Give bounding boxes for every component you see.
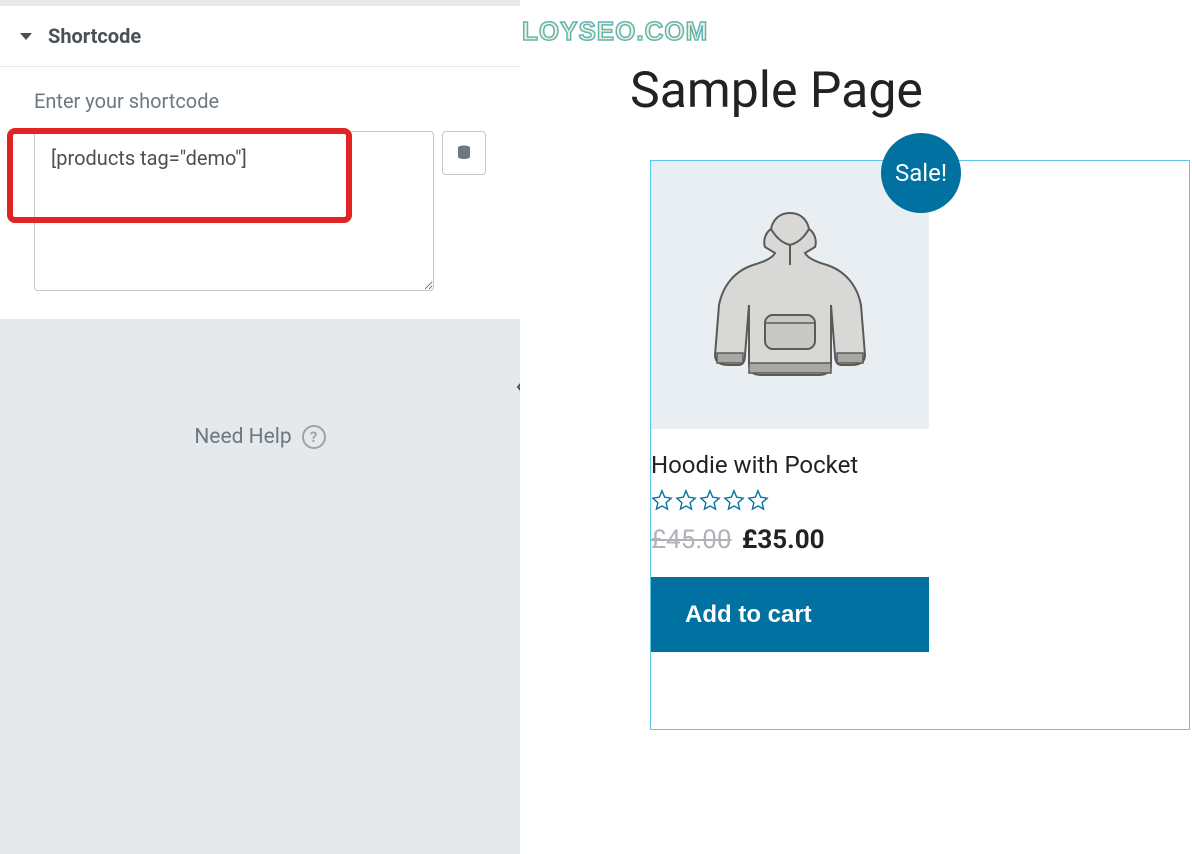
section-header[interactable]: Shortcode bbox=[0, 0, 520, 67]
star-icon bbox=[675, 489, 697, 511]
star-rating bbox=[651, 489, 929, 525]
caret-down-icon bbox=[20, 33, 32, 40]
add-to-cart-button[interactable]: Add to cart bbox=[651, 577, 929, 652]
product-card[interactable]: Sale! Hoodie with Pocket bbox=[651, 161, 929, 652]
old-price: £45.00 bbox=[651, 525, 731, 555]
database-icon bbox=[455, 144, 473, 162]
shortcode-field-label: Enter your shortcode bbox=[34, 89, 486, 113]
hoodie-icon bbox=[705, 205, 875, 385]
panel-spacer bbox=[0, 319, 520, 839]
sale-badge: Sale! bbox=[881, 133, 961, 213]
star-icon bbox=[747, 489, 769, 511]
product-name: Hoodie with Pocket bbox=[651, 429, 929, 489]
price-row: £45.00 £35.00 bbox=[651, 525, 929, 577]
input-row: [products tag="demo"] bbox=[34, 131, 486, 291]
current-price: £35.00 bbox=[742, 525, 825, 555]
need-help-label: Need Help bbox=[194, 425, 291, 449]
star-icon bbox=[651, 489, 673, 511]
editor-sidebar: Shortcode Enter your shortcode [products… bbox=[0, 0, 520, 854]
need-help-link[interactable]: Need Help ? bbox=[0, 425, 520, 449]
dynamic-tags-button[interactable] bbox=[442, 131, 486, 175]
product-image: Sale! bbox=[651, 161, 929, 429]
watermark-text: LOYSEO.COM bbox=[522, 16, 708, 47]
shortcode-input[interactable]: [products tag="demo"] bbox=[34, 131, 434, 291]
panel-body: Enter your shortcode [products tag="demo… bbox=[0, 67, 520, 319]
star-icon bbox=[699, 489, 721, 511]
star-icon bbox=[723, 489, 745, 511]
help-icon: ? bbox=[302, 425, 326, 449]
preview-panel: LOYSEO.COM Sample Page Sale! Hoodie with… bbox=[520, 0, 1192, 854]
product-grid: Sale! Hoodie with Pocket bbox=[650, 160, 1190, 730]
section-title: Shortcode bbox=[48, 24, 141, 48]
